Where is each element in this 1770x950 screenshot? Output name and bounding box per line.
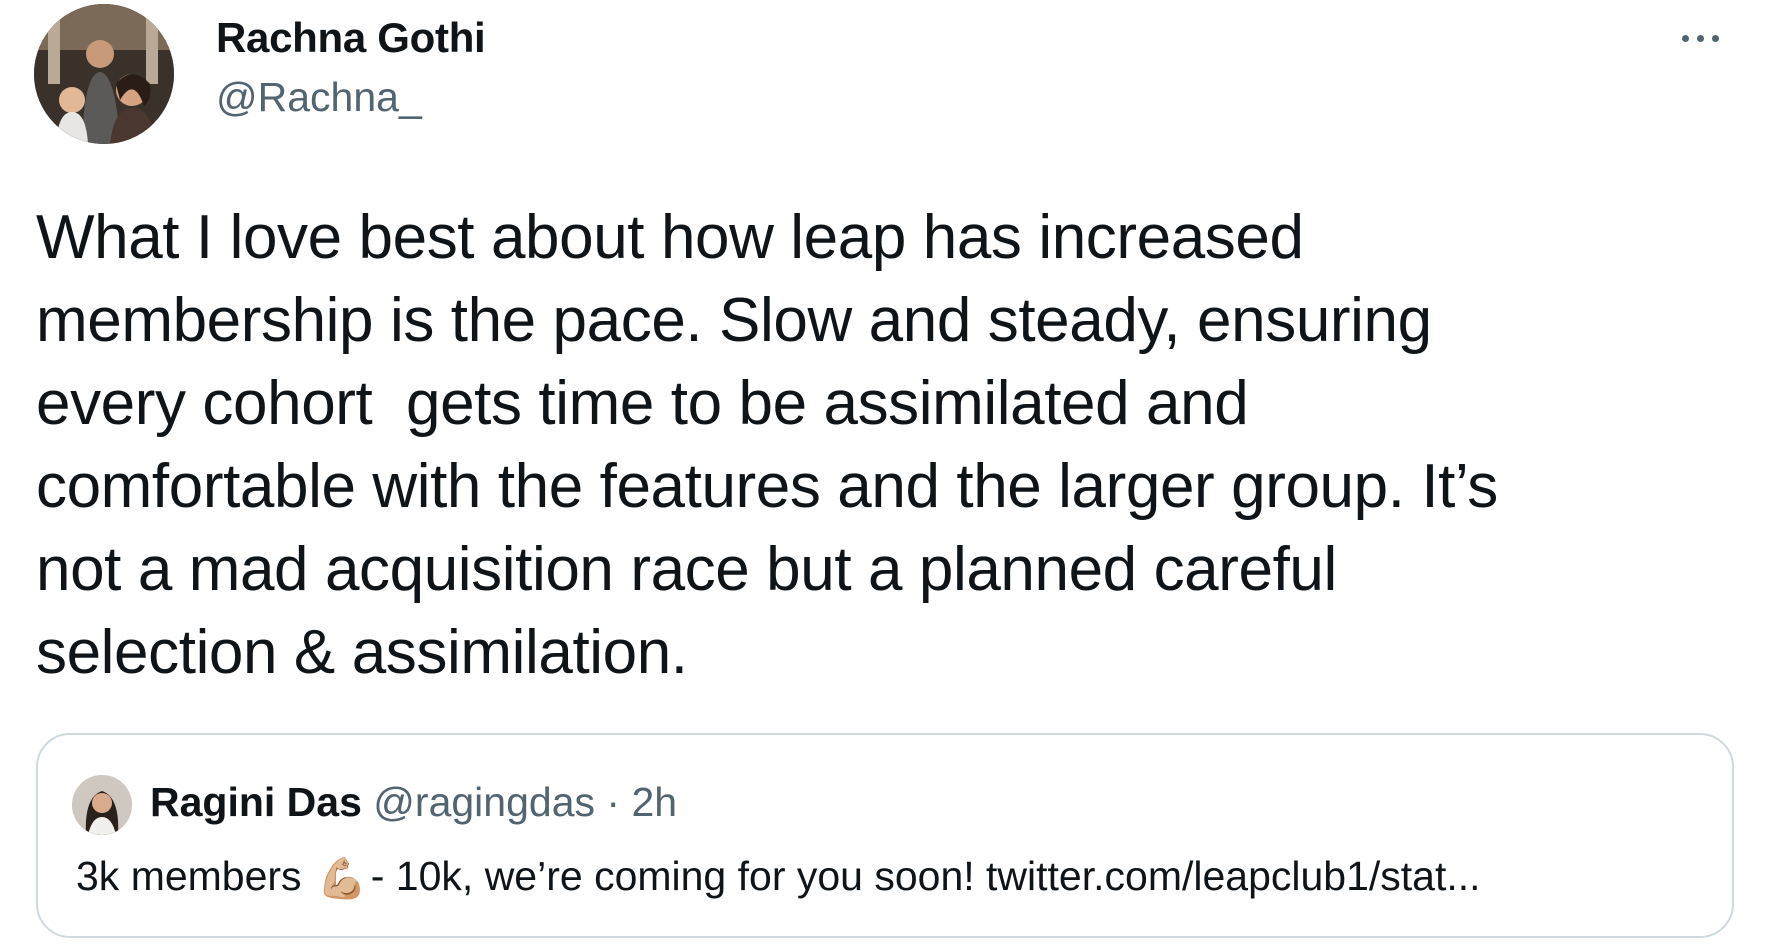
more-horizontal-icon	[1681, 34, 1689, 42]
quoted-text-part: - 10k, we’re coming for you soon! twitte…	[370, 853, 1481, 899]
tweet-text: What I love best about how leap has incr…	[36, 196, 1736, 694]
quoted-author-display-name[interactable]: Ragini Das	[150, 779, 362, 825]
tweet: Rachna Gothi @Rachna_ What I love best a…	[0, 0, 1770, 950]
more-options-button[interactable]	[1666, 18, 1734, 58]
more-horizontal-icon	[1711, 34, 1719, 42]
author-handle[interactable]: @Rachna_	[216, 74, 422, 121]
quoted-author-handle[interactable]: @ragingdas	[373, 779, 595, 825]
tweet-text-line: membership is the pace. Slow and steady,…	[36, 286, 1432, 355]
quoted-tweet-header: Ragini Das @ragingdas · 2h	[150, 779, 677, 826]
quoted-tweet-text: 3k members 💪🏼- 10k, we’re coming for you…	[76, 853, 1481, 902]
tweet-text-line: comfortable with the features and the la…	[36, 452, 1498, 521]
more-horizontal-icon	[1696, 34, 1704, 42]
flexed-biceps-icon: 💪🏼	[316, 857, 367, 901]
separator-dot: ·	[606, 779, 621, 825]
quoted-tweet-card[interactable]: Ragini Das @ragingdas · 2h 3k members 💪🏼…	[36, 733, 1734, 938]
tweet-text-line: selection & assimilation.	[36, 618, 688, 687]
tweet-text-line: every cohort gets time to be assimilated…	[36, 369, 1249, 438]
tweet-text-line: not a mad acquisition race but a planned…	[36, 535, 1337, 604]
author-avatar[interactable]	[34, 4, 174, 144]
quoted-tweet-timestamp[interactable]: 2h	[631, 779, 677, 825]
quoted-author-avatar[interactable]	[72, 775, 132, 835]
family-photo-icon	[34, 4, 174, 144]
author-display-name[interactable]: Rachna Gothi	[216, 14, 486, 62]
quoted-text-part: 3k members	[76, 853, 313, 899]
tweet-text-line: What I love best about how leap has incr…	[36, 203, 1304, 272]
person-photo-icon	[72, 775, 132, 835]
